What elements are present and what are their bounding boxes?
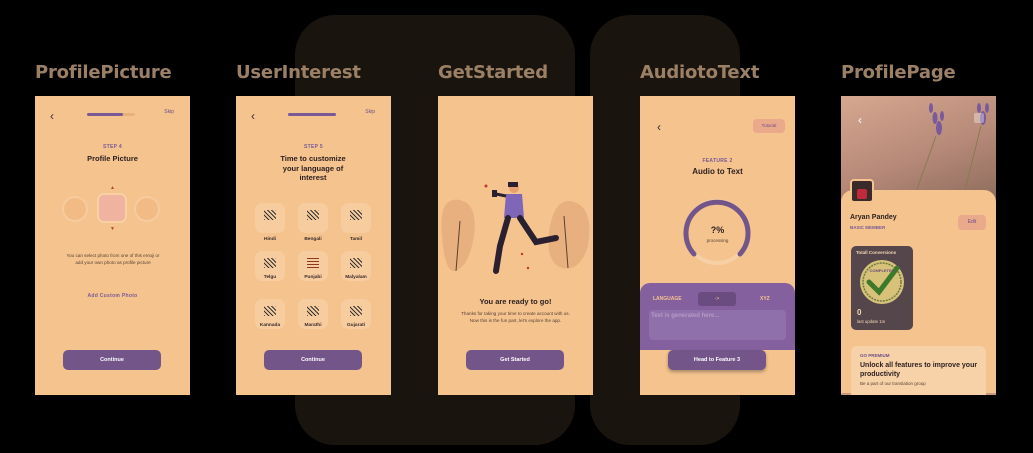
back-arrow-icon[interactable]: ‹ <box>858 113 862 127</box>
feature-label: FEATURE 2 <box>702 158 733 164</box>
percent-value: ?% <box>710 225 725 235</box>
screen-audio-to-text: ‹ Tutorial FEATURE 2 Audio to Text ?% pr… <box>640 96 795 395</box>
language-script-icon <box>350 306 362 316</box>
premium-subtext: Be a part of our translation group <box>860 381 926 386</box>
stamp-text: COMPLETED <box>869 268 894 273</box>
language-script-icon <box>264 258 276 268</box>
language-option[interactable]: Kannada <box>255 299 285 329</box>
language-option[interactable]: Tamil <box>341 203 371 242</box>
language-option[interactable]: Gujarati <box>341 299 371 329</box>
page-title: Profile Picture <box>87 154 138 163</box>
get-started-button[interactable]: Get Started <box>466 350 564 370</box>
frame-title-profile-page: ProfilePage <box>841 62 956 83</box>
language-script-icon <box>350 258 362 268</box>
ready-heading: You are ready to go! <box>479 297 552 306</box>
emoji-option-selected[interactable] <box>97 193 127 223</box>
emoji-option-right[interactable] <box>134 196 160 222</box>
language-option[interactable]: Hindi <box>255 203 285 242</box>
membership-badge: BASIC MEMBER <box>850 225 886 230</box>
edit-button[interactable]: Edit <box>958 215 986 230</box>
screen-get-started: You are ready to go! Thanks for taking y… <box>438 96 593 395</box>
back-arrow-icon[interactable]: ‹ <box>657 120 661 134</box>
skip-link[interactable]: Skip <box>365 109 375 115</box>
step-label: STEP 5 <box>304 144 323 150</box>
frame-title-user-interest: UserInterest <box>236 62 361 83</box>
head-to-feature-3-button[interactable]: Head to Feature 3 <box>668 350 766 370</box>
back-arrow-icon[interactable]: ‹ <box>251 109 255 123</box>
description-text: You can select photo from one of this em… <box>66 253 160 265</box>
processing-label: processing <box>706 238 729 243</box>
chevron-down-icon[interactable]: ▼ <box>110 226 115 232</box>
screen-profile-page: ‹ Aryan Pandey BASIC MEMBER Edit Totall … <box>841 96 996 395</box>
language-script-icon <box>264 210 276 220</box>
target-language[interactable]: XYZ <box>760 296 770 302</box>
language-script-icon <box>350 210 362 220</box>
user-name: Aryan Pandey <box>850 214 897 221</box>
description-text: Thanks for taking your time to create ac… <box>461 311 570 323</box>
language-script-icon <box>307 210 319 220</box>
menu-icon[interactable] <box>974 113 984 123</box>
page-title: Audio to Text <box>692 167 743 176</box>
emoji-option-left[interactable] <box>62 196 88 222</box>
frame-title-profile-picture: ProfilePicture <box>35 62 172 83</box>
language-option[interactable]: Telgu <box>255 251 285 281</box>
language-swap-arrow[interactable]: -> <box>698 292 736 306</box>
avatar[interactable] <box>850 179 874 203</box>
generated-text-area[interactable]: Text is generated here... <box>649 310 786 340</box>
back-arrow-icon[interactable]: ‹ <box>50 109 54 123</box>
premium-heading: Unlock all features to improve your prod… <box>860 362 978 378</box>
language-script-icon <box>307 258 319 268</box>
screen-profile-picture: ‹ Skip STEP 4 Profile Picture ▲ ▼ You ca… <box>35 96 190 395</box>
premium-card[interactable]: GO PREMIUM Unlock all features to improv… <box>851 346 986 395</box>
language-label: LANGUAGE <box>653 296 682 302</box>
language-option[interactable]: Marathi <box>298 299 328 329</box>
progress-bar <box>87 113 135 116</box>
continue-button[interactable]: Continue <box>264 350 362 370</box>
screen-user-interest: ‹ Skip STEP 5 Time to customize your lan… <box>236 96 391 395</box>
continue-button[interactable]: Continue <box>63 350 161 370</box>
premium-tag: GO PREMIUM <box>860 353 890 358</box>
language-option[interactable]: Punjabi <box>298 251 328 281</box>
language-option[interactable]: Bengali <box>298 203 328 242</box>
step-label: STEP 4 <box>103 144 122 150</box>
runner-illustration <box>441 182 590 274</box>
frame-title-get-started: GetStarted <box>438 62 548 83</box>
last-update-text: last update 1m <box>857 319 886 324</box>
language-panel: LANGUAGE -> XYZ Text is generated here..… <box>640 283 795 350</box>
conversions-label: Totall Conversions <box>856 250 897 255</box>
tutorial-button[interactable]: Tutorial <box>753 119 785 133</box>
language-script-icon <box>264 306 276 316</box>
language-option[interactable]: Malyalam <box>341 251 371 281</box>
skip-link[interactable]: Skip <box>164 109 174 115</box>
conversions-card: Totall Conversions COMPLETED 0 last upda… <box>851 246 913 330</box>
chevron-up-icon[interactable]: ▲ <box>110 185 115 191</box>
page-title: Time to customize your language of inter… <box>280 154 346 182</box>
progress-bar <box>288 113 336 116</box>
completed-stamp-icon: COMPLETED <box>860 260 904 304</box>
conversion-count: 0 <box>857 308 862 317</box>
frame-title-audio-to-text: AudiotoText <box>640 62 760 83</box>
language-script-icon <box>307 306 319 316</box>
add-custom-photo-link[interactable]: Add Custom Photo <box>35 293 190 299</box>
